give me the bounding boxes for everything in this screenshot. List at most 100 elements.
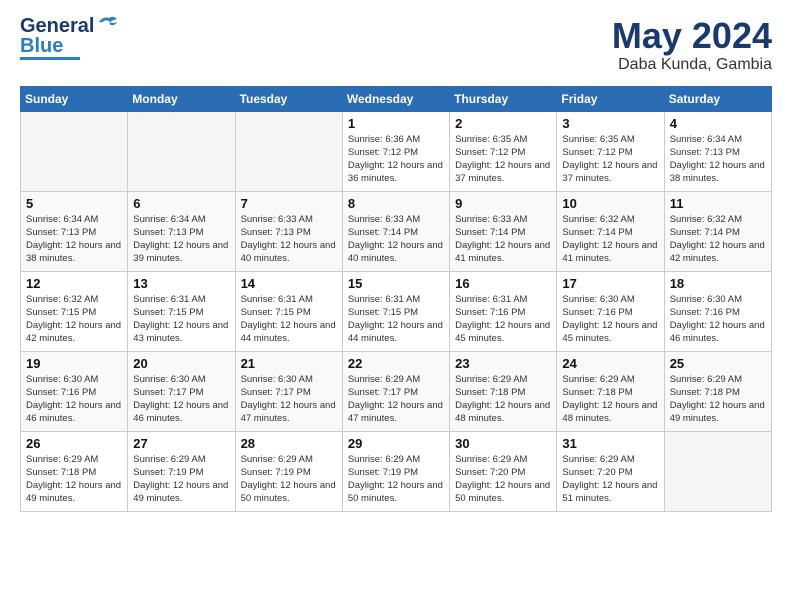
day-number: 6 bbox=[133, 196, 229, 211]
calendar-cell: 23 Sunrise: 6:29 AM Sunset: 7:18 PM Dayli… bbox=[450, 351, 557, 431]
day-number: 16 bbox=[455, 276, 551, 291]
day-info: Sunrise: 6:30 AM Sunset: 7:17 PM Dayligh… bbox=[241, 373, 337, 426]
calendar-cell: 27 Sunrise: 6:29 AM Sunset: 7:19 PM Dayli… bbox=[128, 431, 235, 511]
calendar-cell: 17Sunrise: 6:30 AM Sunset: 7:16 PM Dayli… bbox=[557, 271, 664, 351]
logo-underline bbox=[20, 57, 80, 60]
calendar-cell: 21 Sunrise: 6:30 AM Sunset: 7:17 PM Dayli… bbox=[235, 351, 342, 431]
day-info: Sunrise: 6:31 AM Sunset: 7:15 PM Dayligh… bbox=[133, 293, 229, 346]
calendar-cell: 9Sunrise: 6:33 AM Sunset: 7:14 PM Daylig… bbox=[450, 191, 557, 271]
weekday-header: Saturday bbox=[664, 86, 771, 111]
calendar-cell: 25 Sunrise: 6:29 AM Sunset: 7:18 PM Dayli… bbox=[664, 351, 771, 431]
day-info: Sunrise: 6:29 AM Sunset: 7:20 PM Dayligh… bbox=[562, 453, 658, 506]
day-number: 21 bbox=[241, 356, 337, 371]
day-number: 15 bbox=[348, 276, 444, 291]
calendar-cell: 2 Sunrise: 6:35 AM Sunset: 7:12 PM Daylig… bbox=[450, 111, 557, 191]
calendar-cell: 12Sunrise: 6:32 AM Sunset: 7:15 PM Dayli… bbox=[21, 271, 128, 351]
day-number: 26 bbox=[26, 436, 122, 451]
day-info: Sunrise: 6:31 AM Sunset: 7:16 PM Dayligh… bbox=[455, 293, 551, 346]
day-number: 23 bbox=[455, 356, 551, 371]
calendar-cell: 30 Sunrise: 6:29 AM Sunset: 7:20 PM Dayli… bbox=[450, 431, 557, 511]
day-number: 5 bbox=[26, 196, 122, 211]
day-info: Sunrise: 6:32 AM Sunset: 7:14 PM Dayligh… bbox=[670, 213, 766, 266]
day-number: 25 bbox=[670, 356, 766, 371]
day-info: Sunrise: 6:34 AM Sunset: 7:13 PM Dayligh… bbox=[133, 213, 229, 266]
day-number: 27 bbox=[133, 436, 229, 451]
day-number: 31 bbox=[562, 436, 658, 451]
calendar-cell bbox=[21, 111, 128, 191]
weekday-header: Friday bbox=[557, 86, 664, 111]
calendar-cell: 24Sunrise: 6:29 AM Sunset: 7:18 PM Dayli… bbox=[557, 351, 664, 431]
calendar-cell: 22 Sunrise: 6:29 AM Sunset: 7:17 PM Dayli… bbox=[342, 351, 449, 431]
day-info: Sunrise: 6:31 AM Sunset: 7:15 PM Dayligh… bbox=[348, 293, 444, 346]
day-info: Sunrise: 6:29 AM Sunset: 7:18 PM Dayligh… bbox=[26, 453, 122, 506]
day-number: 11 bbox=[670, 196, 766, 211]
day-number: 13 bbox=[133, 276, 229, 291]
day-info: Sunrise: 6:29 AM Sunset: 7:20 PM Dayligh… bbox=[455, 453, 551, 506]
calendar-cell: 16 Sunrise: 6:31 AM Sunset: 7:16 PM Dayli… bbox=[450, 271, 557, 351]
day-number: 2 bbox=[455, 116, 551, 131]
day-number: 8 bbox=[348, 196, 444, 211]
logo-general: General bbox=[20, 16, 94, 36]
day-info: Sunrise: 6:35 AM Sunset: 7:12 PM Dayligh… bbox=[455, 133, 551, 186]
day-number: 22 bbox=[348, 356, 444, 371]
day-info: Sunrise: 6:31 AM Sunset: 7:15 PM Dayligh… bbox=[241, 293, 337, 346]
bird-icon bbox=[97, 14, 119, 30]
logo-blue: Blue bbox=[20, 36, 63, 56]
month-year: May 2024 bbox=[612, 16, 772, 56]
day-info: Sunrise: 6:33 AM Sunset: 7:14 PM Dayligh… bbox=[455, 213, 551, 266]
calendar-cell: 26 Sunrise: 6:29 AM Sunset: 7:18 PM Dayli… bbox=[21, 431, 128, 511]
location: Daba Kunda, Gambia bbox=[612, 56, 772, 74]
day-number: 20 bbox=[133, 356, 229, 371]
logo: General Blue bbox=[20, 16, 119, 60]
day-number: 10 bbox=[562, 196, 658, 211]
calendar-cell: 28 Sunrise: 6:29 AM Sunset: 7:19 PM Dayli… bbox=[235, 431, 342, 511]
day-info: Sunrise: 6:35 AM Sunset: 7:12 PM Dayligh… bbox=[562, 133, 658, 186]
day-number: 28 bbox=[241, 436, 337, 451]
day-number: 29 bbox=[348, 436, 444, 451]
calendar-week-row: 12Sunrise: 6:32 AM Sunset: 7:15 PM Dayli… bbox=[21, 271, 772, 351]
calendar-cell: 15 Sunrise: 6:31 AM Sunset: 7:15 PM Dayli… bbox=[342, 271, 449, 351]
day-number: 18 bbox=[670, 276, 766, 291]
day-info: Sunrise: 6:34 AM Sunset: 7:13 PM Dayligh… bbox=[670, 133, 766, 186]
calendar-cell: 13 Sunrise: 6:31 AM Sunset: 7:15 PM Dayli… bbox=[128, 271, 235, 351]
calendar-table: SundayMondayTuesdayWednesdayThursdayFrid… bbox=[20, 86, 772, 512]
day-info: Sunrise: 6:29 AM Sunset: 7:19 PM Dayligh… bbox=[241, 453, 337, 506]
calendar-cell: 19 Sunrise: 6:30 AM Sunset: 7:16 PM Dayli… bbox=[21, 351, 128, 431]
weekday-header: Monday bbox=[128, 86, 235, 111]
calendar-cell: 5 Sunrise: 6:34 AM Sunset: 7:13 PM Daylig… bbox=[21, 191, 128, 271]
page-header: General Blue May 2024 Daba Kunda, Gambia bbox=[20, 16, 772, 74]
day-info: Sunrise: 6:36 AM Sunset: 7:12 PM Dayligh… bbox=[348, 133, 444, 186]
day-info: Sunrise: 6:30 AM Sunset: 7:16 PM Dayligh… bbox=[26, 373, 122, 426]
title-section: May 2024 Daba Kunda, Gambia bbox=[612, 16, 772, 74]
day-info: Sunrise: 6:33 AM Sunset: 7:13 PM Dayligh… bbox=[241, 213, 337, 266]
day-info: Sunrise: 6:30 AM Sunset: 7:16 PM Dayligh… bbox=[670, 293, 766, 346]
day-number: 1 bbox=[348, 116, 444, 131]
calendar-week-row: 19 Sunrise: 6:30 AM Sunset: 7:16 PM Dayli… bbox=[21, 351, 772, 431]
calendar-cell: 18 Sunrise: 6:30 AM Sunset: 7:16 PM Dayli… bbox=[664, 271, 771, 351]
calendar-cell: 20Sunrise: 6:30 AM Sunset: 7:17 PM Dayli… bbox=[128, 351, 235, 431]
weekday-header-row: SundayMondayTuesdayWednesdayThursdayFrid… bbox=[21, 86, 772, 111]
day-info: Sunrise: 6:29 AM Sunset: 7:19 PM Dayligh… bbox=[133, 453, 229, 506]
day-info: Sunrise: 6:29 AM Sunset: 7:18 PM Dayligh… bbox=[455, 373, 551, 426]
calendar-cell bbox=[664, 431, 771, 511]
day-number: 24 bbox=[562, 356, 658, 371]
day-number: 7 bbox=[241, 196, 337, 211]
calendar-cell: 1 Sunrise: 6:36 AM Sunset: 7:12 PM Daylig… bbox=[342, 111, 449, 191]
day-info: Sunrise: 6:32 AM Sunset: 7:15 PM Dayligh… bbox=[26, 293, 122, 346]
day-info: Sunrise: 6:29 AM Sunset: 7:17 PM Dayligh… bbox=[348, 373, 444, 426]
day-info: Sunrise: 6:29 AM Sunset: 7:18 PM Dayligh… bbox=[670, 373, 766, 426]
calendar-week-row: 26 Sunrise: 6:29 AM Sunset: 7:18 PM Dayli… bbox=[21, 431, 772, 511]
calendar-cell: 4 Sunrise: 6:34 AM Sunset: 7:13 PM Daylig… bbox=[664, 111, 771, 191]
day-number: 19 bbox=[26, 356, 122, 371]
day-number: 4 bbox=[670, 116, 766, 131]
calendar-cell: 31 Sunrise: 6:29 AM Sunset: 7:20 PM Dayli… bbox=[557, 431, 664, 511]
day-info: Sunrise: 6:34 AM Sunset: 7:13 PM Dayligh… bbox=[26, 213, 122, 266]
day-number: 30 bbox=[455, 436, 551, 451]
day-info: Sunrise: 6:30 AM Sunset: 7:16 PM Dayligh… bbox=[562, 293, 658, 346]
calendar-cell: 7 Sunrise: 6:33 AM Sunset: 7:13 PM Daylig… bbox=[235, 191, 342, 271]
day-info: Sunrise: 6:32 AM Sunset: 7:14 PM Dayligh… bbox=[562, 213, 658, 266]
calendar-cell: 14Sunrise: 6:31 AM Sunset: 7:15 PM Dayli… bbox=[235, 271, 342, 351]
day-info: Sunrise: 6:33 AM Sunset: 7:14 PM Dayligh… bbox=[348, 213, 444, 266]
calendar-cell: 11 Sunrise: 6:32 AM Sunset: 7:14 PM Dayli… bbox=[664, 191, 771, 271]
calendar-cell: 3Sunrise: 6:35 AM Sunset: 7:12 PM Daylig… bbox=[557, 111, 664, 191]
